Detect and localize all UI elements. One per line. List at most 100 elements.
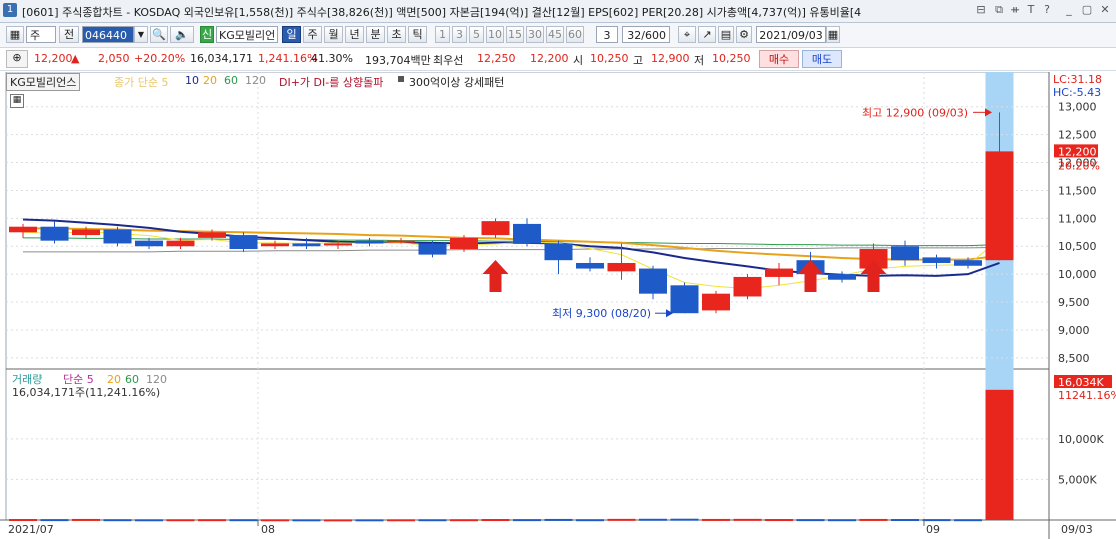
- candle-body: [828, 274, 856, 280]
- open-value: 10,250: [590, 52, 629, 65]
- candle-body: [450, 237, 478, 250]
- sound-icon[interactable]: 🔈: [170, 26, 194, 43]
- tab-2[interactable]: 월: [324, 26, 343, 43]
- interval-5[interactable]: 30: [526, 26, 544, 43]
- x-tick-label: 2021/07: [8, 523, 54, 536]
- volume-bar: [40, 519, 69, 522]
- turnover: 41.30%: [311, 52, 353, 65]
- volume-bar: [765, 519, 793, 522]
- volume-bar: [450, 519, 478, 522]
- layout-icon[interactable]: ⊟: [974, 3, 988, 17]
- volume-value: 16,034,171: [190, 52, 253, 65]
- volume-bar: [261, 519, 289, 522]
- volume-bar: [670, 518, 699, 521]
- volume-bar: [513, 519, 541, 522]
- candle-body: [9, 226, 37, 233]
- sell-button[interactable]: 매도: [802, 50, 842, 68]
- crosshair-icon[interactable]: ⌖: [678, 26, 696, 43]
- page-count[interactable]: 32/600: [622, 26, 670, 43]
- volume-ratio: 1,241.16%: [258, 52, 318, 65]
- stock-code-input[interactable]: 046440: [82, 26, 134, 43]
- buy-button[interactable]: 매수: [759, 50, 799, 68]
- volume-bar: [544, 518, 573, 521]
- ma60-legend: 60: [224, 74, 238, 87]
- signal-di-label: DI+가 DI-를 상향돌파: [279, 76, 384, 89]
- date-input[interactable]: 2021/09/03: [756, 26, 826, 43]
- price-tick-label: 8,500: [1058, 352, 1090, 365]
- volume-bar: [135, 519, 163, 522]
- candle-body: [576, 262, 604, 269]
- candle-body: [418, 243, 447, 255]
- minimize-icon[interactable]: _: [1062, 3, 1076, 17]
- high-label: 고: [633, 54, 644, 67]
- stock-legend-name[interactable]: KG모빌리언스: [6, 73, 81, 91]
- candle-body: [954, 260, 982, 266]
- pin-icon[interactable]: ᚑ: [1008, 3, 1022, 17]
- price-tick-label: 10,500: [1058, 240, 1097, 253]
- search-icon[interactable]: 🔍: [150, 26, 168, 43]
- prev-button[interactable]: 전: [59, 26, 79, 43]
- tab-4[interactable]: 분: [366, 26, 385, 43]
- volume-tick-label: 10,000K: [1058, 433, 1104, 446]
- ma-legend-label: 종가 단순 5: [114, 76, 169, 89]
- tab-5[interactable]: 초: [387, 26, 406, 43]
- interval-3[interactable]: 10: [486, 26, 504, 43]
- save-icon[interactable]: ▤: [718, 26, 734, 43]
- interval-4[interactable]: 15: [506, 26, 524, 43]
- ma20-legend: 20: [203, 74, 217, 87]
- code-dropdown-icon[interactable]: ▼: [134, 26, 148, 43]
- new-badge: 신: [200, 26, 214, 43]
- font-icon[interactable]: T: [1024, 3, 1038, 17]
- candle-body: [229, 235, 258, 250]
- candle-body: [607, 262, 636, 272]
- gear-icon[interactable]: ⚙: [736, 26, 752, 43]
- price-toggle-icon[interactable]: ⊕: [6, 50, 28, 68]
- restore-icon[interactable]: ⧉: [992, 3, 1006, 17]
- candle-body: [922, 257, 951, 263]
- candle-body: [985, 151, 1014, 261]
- volume-bar: [796, 519, 825, 522]
- toolbar: ▦ 주 전 046440 ▼ 🔍 🔈 신 KG모빌리언 3 32/600 ⌖ ↗…: [0, 23, 1116, 48]
- line-tool-icon[interactable]: ↗: [698, 26, 716, 43]
- price-change-pct: +20.20%: [134, 52, 186, 65]
- volume-bar: [481, 519, 510, 522]
- volume-bar: [859, 518, 888, 521]
- tab-3[interactable]: 년: [345, 26, 364, 43]
- interval-1[interactable]: 3: [452, 26, 467, 43]
- best-bid-label: 최우선: [433, 54, 464, 67]
- interval-2[interactable]: 5: [469, 26, 484, 43]
- close-icon[interactable]: ✕: [1098, 3, 1112, 17]
- interval-7[interactable]: 60: [566, 26, 584, 43]
- interval-6[interactable]: 45: [546, 26, 564, 43]
- tab-6[interactable]: 틱: [408, 26, 427, 43]
- calendar-icon[interactable]: ▦: [826, 26, 840, 43]
- volume-title: 거래량: [12, 373, 42, 386]
- interval-0[interactable]: 1: [435, 26, 450, 43]
- volume-bar: [292, 519, 321, 522]
- volume-badge-text: 16,034K: [1058, 376, 1104, 389]
- volume-bar: [387, 519, 415, 522]
- x-tick-label: 08: [261, 523, 275, 536]
- help-icon[interactable]: ?: [1040, 3, 1054, 17]
- maximize-icon[interactable]: ▢: [1080, 3, 1094, 17]
- candle-body: [72, 229, 100, 236]
- up-arrow-icon: ▲: [71, 52, 80, 65]
- hc-value: HC:-5.43: [1053, 86, 1102, 99]
- candle-body: [639, 268, 667, 294]
- price-tick-label: 9,000: [1058, 324, 1090, 337]
- stock-chart[interactable]: 8,500 9,000 9,500 10,000 10,500 11,000 11,500 1…: [0, 72, 1116, 539]
- volume-bar: [103, 519, 132, 522]
- open-label: 시: [573, 54, 584, 67]
- tab-1[interactable]: 주: [303, 26, 322, 43]
- volume-bar: [355, 519, 384, 522]
- chart-type-icon[interactable]: ▦: [6, 26, 24, 43]
- ma10-legend: 10: [185, 74, 199, 87]
- volume-bar: [9, 519, 37, 522]
- tab-0[interactable]: 일: [282, 26, 301, 43]
- volume-bar: [229, 519, 258, 522]
- period-select[interactable]: 주: [26, 26, 56, 43]
- grid-toggle-icon[interactable]: ▦: [10, 94, 24, 108]
- price-tick-label: 13,000: [1058, 101, 1097, 114]
- interval-select[interactable]: 3: [596, 26, 618, 43]
- volume-bar: [922, 519, 951, 522]
